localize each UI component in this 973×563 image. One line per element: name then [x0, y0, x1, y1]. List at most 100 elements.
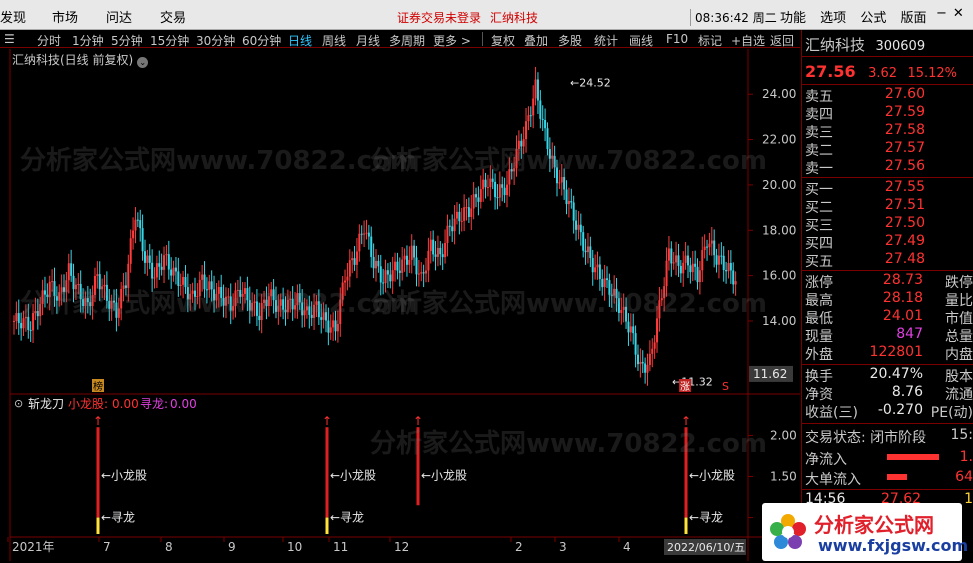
x-tick-label: 11 [333, 540, 348, 554]
candle-body [636, 354, 639, 365]
tool-mark[interactable]: 标记 [698, 32, 722, 49]
candle-body [525, 121, 528, 140]
watermark: 分析家公式网www.70822.com [20, 289, 417, 319]
period-5min[interactable]: 5分钟 [111, 32, 143, 49]
login-status-notice[interactable]: 证券交易未登录 [397, 9, 481, 26]
tool-add-watchlist[interactable]: +自选 [731, 32, 765, 49]
candle-body [539, 100, 542, 119]
menu-discover[interactable]: 发现 [0, 7, 26, 26]
period-15min[interactable]: 15分钟 [150, 32, 189, 49]
candle-body [29, 329, 32, 331]
candle-body [558, 182, 561, 184]
candle-body [451, 226, 454, 232]
candle-body [532, 98, 535, 116]
candle-body [13, 320, 15, 322]
minimize-icon[interactable]: − [936, 6, 947, 21]
candle-body [596, 264, 599, 268]
s-badge: S [722, 380, 729, 393]
candle-body [444, 242, 447, 258]
last-price-tag-label: 11.62 [753, 367, 787, 381]
candle-body [415, 257, 418, 275]
period-1min[interactable]: 1分钟 [72, 32, 104, 49]
candle-body [363, 233, 366, 235]
candle-body [727, 263, 730, 272]
candle-body [560, 177, 563, 183]
candle-body [575, 220, 578, 230]
period-more[interactable]: 更多 > [433, 32, 471, 49]
period-multi[interactable]: 多周期 [389, 32, 425, 49]
signal-red-bar [96, 427, 100, 518]
candle-body [365, 232, 368, 234]
menu-market[interactable]: 市场 [52, 7, 78, 26]
x-tick-label: 4 [623, 540, 631, 554]
candle-body [646, 364, 649, 373]
tool-statistics[interactable]: 统计 [594, 32, 618, 49]
candle-body [698, 270, 701, 283]
tool-back[interactable]: 返回 [770, 32, 794, 49]
limit-up-badge-label: 涨 [680, 381, 690, 393]
tool-restore-rights[interactable]: 复权 [491, 32, 515, 49]
candle-body [536, 79, 539, 101]
candle-body [146, 255, 149, 263]
y-tick-label: 14.00 [762, 314, 796, 328]
candle-body [160, 266, 163, 270]
menu-options[interactable]: 选项 [820, 11, 846, 26]
period-30min[interactable]: 30分钟 [196, 32, 235, 49]
menu-formula[interactable]: 公式 [860, 11, 886, 26]
candle-body [425, 270, 428, 274]
candle-body [174, 267, 177, 272]
candle-body [491, 178, 494, 182]
candle-body [351, 258, 354, 261]
close-icon[interactable]: ✕ [953, 6, 964, 21]
stat-row: 现量 847 总量 [805, 326, 973, 345]
menu-ask[interactable]: 问达 [106, 7, 132, 26]
watermark: 分析家公式网www.70822.com [20, 146, 417, 176]
bid-row: 买四 27.49 [805, 233, 925, 252]
quote-panel: 汇纳科技 300609 27.56 3.62 15.12% 卖五 27.60 卖四… [801, 30, 973, 561]
tool-multi-stock[interactable]: 多股 [558, 32, 582, 49]
stat-row: 最低 24.01 市值 [805, 308, 973, 327]
candle-body [686, 255, 689, 266]
indicator-xunlong-label: 寻龙: [140, 397, 168, 411]
candle-body [148, 255, 151, 263]
collapse-icon[interactable]: ☰ [4, 32, 15, 46]
candle-body [370, 236, 373, 257]
candle-body [667, 248, 670, 261]
candle-body [96, 274, 99, 277]
menu-stock-name: 汇纳科技 [490, 11, 539, 25]
candle-body [467, 207, 470, 217]
indicator-name: 斩龙刀 [28, 397, 64, 411]
stat-row: 换手 20.47% 股本 [805, 366, 973, 385]
bid-row: 买三 27.50 [805, 215, 925, 234]
dropdown-icon[interactable]: ⌄ [137, 57, 149, 68]
tool-f10[interactable]: F10 [666, 32, 688, 46]
x-tick-label: 3 [559, 540, 567, 554]
tool-draw-line[interactable]: 画线 [629, 32, 653, 49]
period-tick[interactable]: 分时 [37, 32, 61, 49]
tool-overlay[interactable]: 叠加 [524, 32, 548, 49]
window-controls: − ✕ [930, 6, 964, 21]
period-daily[interactable]: 日线 [288, 32, 312, 49]
menu-trade[interactable]: 交易 [160, 7, 186, 26]
candle-body [567, 201, 570, 205]
candle-body [470, 208, 473, 217]
x-cursor-date: 2022/06/10/五 [667, 541, 745, 554]
candle-body [413, 245, 416, 258]
x-tick-label: 8 [165, 540, 173, 554]
candle-body [67, 263, 70, 281]
candle-body [729, 263, 732, 271]
candle-body [644, 363, 647, 373]
candle-body [172, 267, 175, 276]
candle-body [679, 265, 682, 274]
candle-body [494, 181, 497, 198]
candle-body [439, 247, 442, 255]
candle-body [484, 179, 487, 188]
period-monthly[interactable]: 月线 [356, 32, 380, 49]
menu-function[interactable]: 功能 [780, 11, 806, 26]
period-60min[interactable]: 60分钟 [242, 32, 281, 49]
candle-body [401, 259, 404, 273]
high-label: ←24.52 [570, 76, 611, 89]
y-tick-label: 16.00 [762, 269, 796, 283]
menu-layout[interactable]: 版面 [900, 11, 926, 26]
period-weekly[interactable]: 周线 [322, 32, 346, 49]
